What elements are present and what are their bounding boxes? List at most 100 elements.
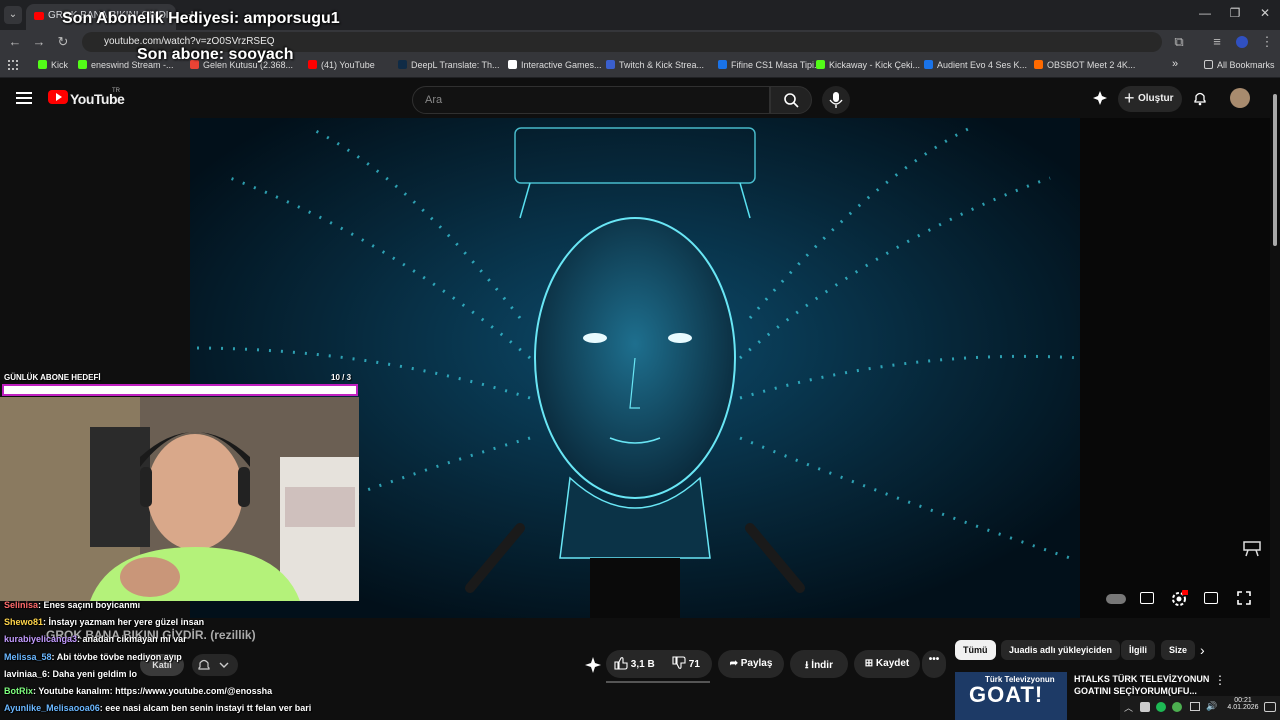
bookmark-item[interactable]: (41) YouTube [308, 60, 375, 70]
media-icon[interactable]: ≡ [1208, 34, 1226, 49]
create-label: Oluştur [1138, 93, 1174, 104]
sub-goal-progress-fill [4, 386, 356, 394]
back-icon[interactable]: ← [6, 34, 24, 49]
chat-message: Shewo81: İnstayı yazmam her yere güzel i… [4, 617, 204, 627]
bookmark-label: Twitch & Kick Strea... [619, 60, 705, 70]
page-scrollbar-thumb[interactable] [1273, 94, 1277, 246]
filter-chip[interactable]: Size [1161, 640, 1196, 660]
clock[interactable]: 00:21 4.01.2026 [1226, 697, 1260, 711]
user-avatar[interactable] [1230, 88, 1250, 108]
bookmark-item[interactable]: OBSBOT Meet 2 4K... [1034, 60, 1135, 70]
spotify-icon[interactable] [1156, 702, 1166, 712]
minimize-icon[interactable]: — [1190, 6, 1220, 20]
bookmark-icon: ⊞ [864, 658, 874, 669]
app-tray-icon[interactable] [1172, 702, 1182, 712]
profile-icon[interactable] [1236, 36, 1248, 48]
chat-message: kurabiyelicanga3: anadan cikmayan mi var [4, 634, 187, 644]
bookmark-item[interactable]: Kick [38, 60, 68, 70]
share-icon: ➦ [729, 658, 738, 669]
bookmark-favicon-icon [606, 60, 615, 69]
autoplay-toggle[interactable] [1106, 594, 1126, 604]
tray-overflow-icon[interactable]: ︿ [1124, 701, 1133, 714]
miniplayer-robot-icon[interactable] [1240, 538, 1264, 558]
voice-search-button[interactable] [822, 86, 850, 114]
chat-username[interactable]: Ayunlike_Melisaooa06 [4, 703, 100, 713]
filter-chip[interactable]: İlgili [1121, 640, 1155, 660]
chat-message: Melissa_58: Abi tövbe tövbe nediyon ayıp [4, 652, 182, 662]
chat-username[interactable]: Melissa_58 [4, 652, 52, 662]
forward-icon[interactable]: → [30, 34, 48, 49]
chat-username[interactable]: BotRix [4, 686, 33, 696]
bookmark-item[interactable]: Interactive Games... [508, 60, 602, 70]
youtube-logo-icon[interactable] [48, 90, 68, 104]
theater-mode-icon[interactable] [1204, 592, 1218, 604]
restore-icon[interactable]: ❐ [1220, 6, 1250, 20]
filter-chip[interactable]: Juadis adlı yükleyiciden [1001, 640, 1121, 660]
bookmark-label: Interactive Games... [521, 60, 602, 70]
chat-message: BotRix: Youtube kanalım: https://www.you… [4, 686, 272, 696]
all-bookmarks-label: All Bookmarks [1217, 60, 1275, 70]
filter-chip[interactable]: Tümü [955, 640, 996, 660]
chat-text: : Youtube kanalım: https://www.youtube.c… [33, 686, 273, 696]
download-icon: ⭳ [805, 660, 809, 671]
like-button[interactable]: 3,1 B [614, 656, 655, 670]
discord-icon[interactable] [1140, 702, 1150, 712]
chat-text: : anadan cikmayan mi var [77, 634, 187, 644]
search-button[interactable] [770, 86, 812, 114]
chat-username[interactable]: laviniaa_6 [4, 669, 47, 679]
chat-username[interactable]: Shewo81 [4, 617, 43, 627]
close-icon[interactable]: ✕ [1250, 6, 1280, 20]
recommended-more-icon[interactable]: ⋮ [1214, 673, 1226, 687]
more-bookmarks-icon[interactable]: » [1172, 58, 1178, 70]
download-button[interactable]: ⭳ İndir [790, 650, 848, 678]
bookmark-item[interactable]: Fifine CS1 Masa Tipi... [718, 60, 822, 70]
bookmark-label: Fifine CS1 Masa Tipi... [731, 60, 822, 70]
bookmark-label: DeepL Translate: Th... [411, 60, 500, 70]
settings-gear-icon[interactable] [1170, 590, 1188, 608]
notification-center-icon[interactable] [1264, 702, 1276, 712]
save-button[interactable]: ⊞ Kaydet [854, 650, 920, 678]
recommended-title[interactable]: HTALKS TÜRK TELEVİZYONUN GOATINI SEÇİYOR… [1074, 673, 1214, 697]
bookmark-item[interactable]: Audient Evo 4 Ses K... [924, 60, 1027, 70]
bookmark-item[interactable]: Kickaway - Kick Çeki... [816, 60, 920, 70]
bookmark-favicon-icon [398, 60, 407, 69]
chat-username[interactable]: kurabiyelicanga3 [4, 634, 77, 644]
download-label: İndir [811, 660, 833, 671]
extensions-icon[interactable]: ⧉ [1170, 34, 1188, 50]
dislike-button[interactable]: 71 [672, 656, 700, 670]
thumbs-down-icon [672, 656, 686, 669]
tab-search-icon[interactable]: ⌄ [4, 6, 22, 24]
microphone-icon [829, 92, 843, 108]
save-label: Kaydet [875, 658, 910, 669]
chips-next-icon[interactable]: › [1200, 642, 1205, 658]
bookmark-favicon-icon [78, 60, 87, 69]
apps-icon[interactable] [8, 60, 18, 70]
bookmark-item[interactable]: Twitch & Kick Strea... [606, 60, 704, 70]
recommended-thumbnail[interactable]: Türk Televizyonun GOAT! [955, 672, 1067, 720]
volume-icon[interactable]: 🔊 [1206, 701, 1217, 712]
reload-icon[interactable]: ↻ [54, 34, 72, 50]
all-bookmarks[interactable]: All Bookmarks [1204, 60, 1275, 70]
bookmark-item[interactable]: DeepL Translate: Th... [398, 60, 500, 70]
player-side-area [1080, 118, 1270, 618]
bookmark-favicon-icon [308, 60, 317, 69]
fullscreen-icon[interactable] [1236, 590, 1252, 606]
browser-menu-icon[interactable]: ⋮ [1258, 34, 1276, 50]
notifications-bell-icon[interactable] [1192, 90, 1208, 106]
bookmark-label: Kickaway - Kick Çeki... [829, 60, 921, 70]
network-icon[interactable] [1190, 702, 1200, 711]
chat-text: : Enes saçını boyicanmı [38, 600, 141, 610]
chat-username[interactable]: Selinisa [4, 600, 38, 610]
search-input[interactable]: Ara [412, 86, 770, 114]
more-actions-button[interactable]: ••• [922, 650, 946, 678]
subtitles-icon[interactable] [1140, 592, 1154, 604]
ask-ai-sparkle-icon[interactable] [584, 656, 602, 674]
hamburger-menu-icon[interactable] [16, 92, 32, 104]
chat-text: : Abi tövbe tövbe nediyon ayıp [51, 652, 182, 662]
chat-message: Selinisa: Enes saçını boyicanmı [4, 600, 140, 610]
create-button[interactable]: Oluştur [1118, 86, 1182, 112]
clock-time: 00:21 [1234, 697, 1252, 704]
dislike-count: 71 [688, 659, 700, 670]
cast-sparkle-icon[interactable] [1092, 90, 1108, 106]
share-button[interactable]: ➦ Paylaş [718, 650, 784, 678]
